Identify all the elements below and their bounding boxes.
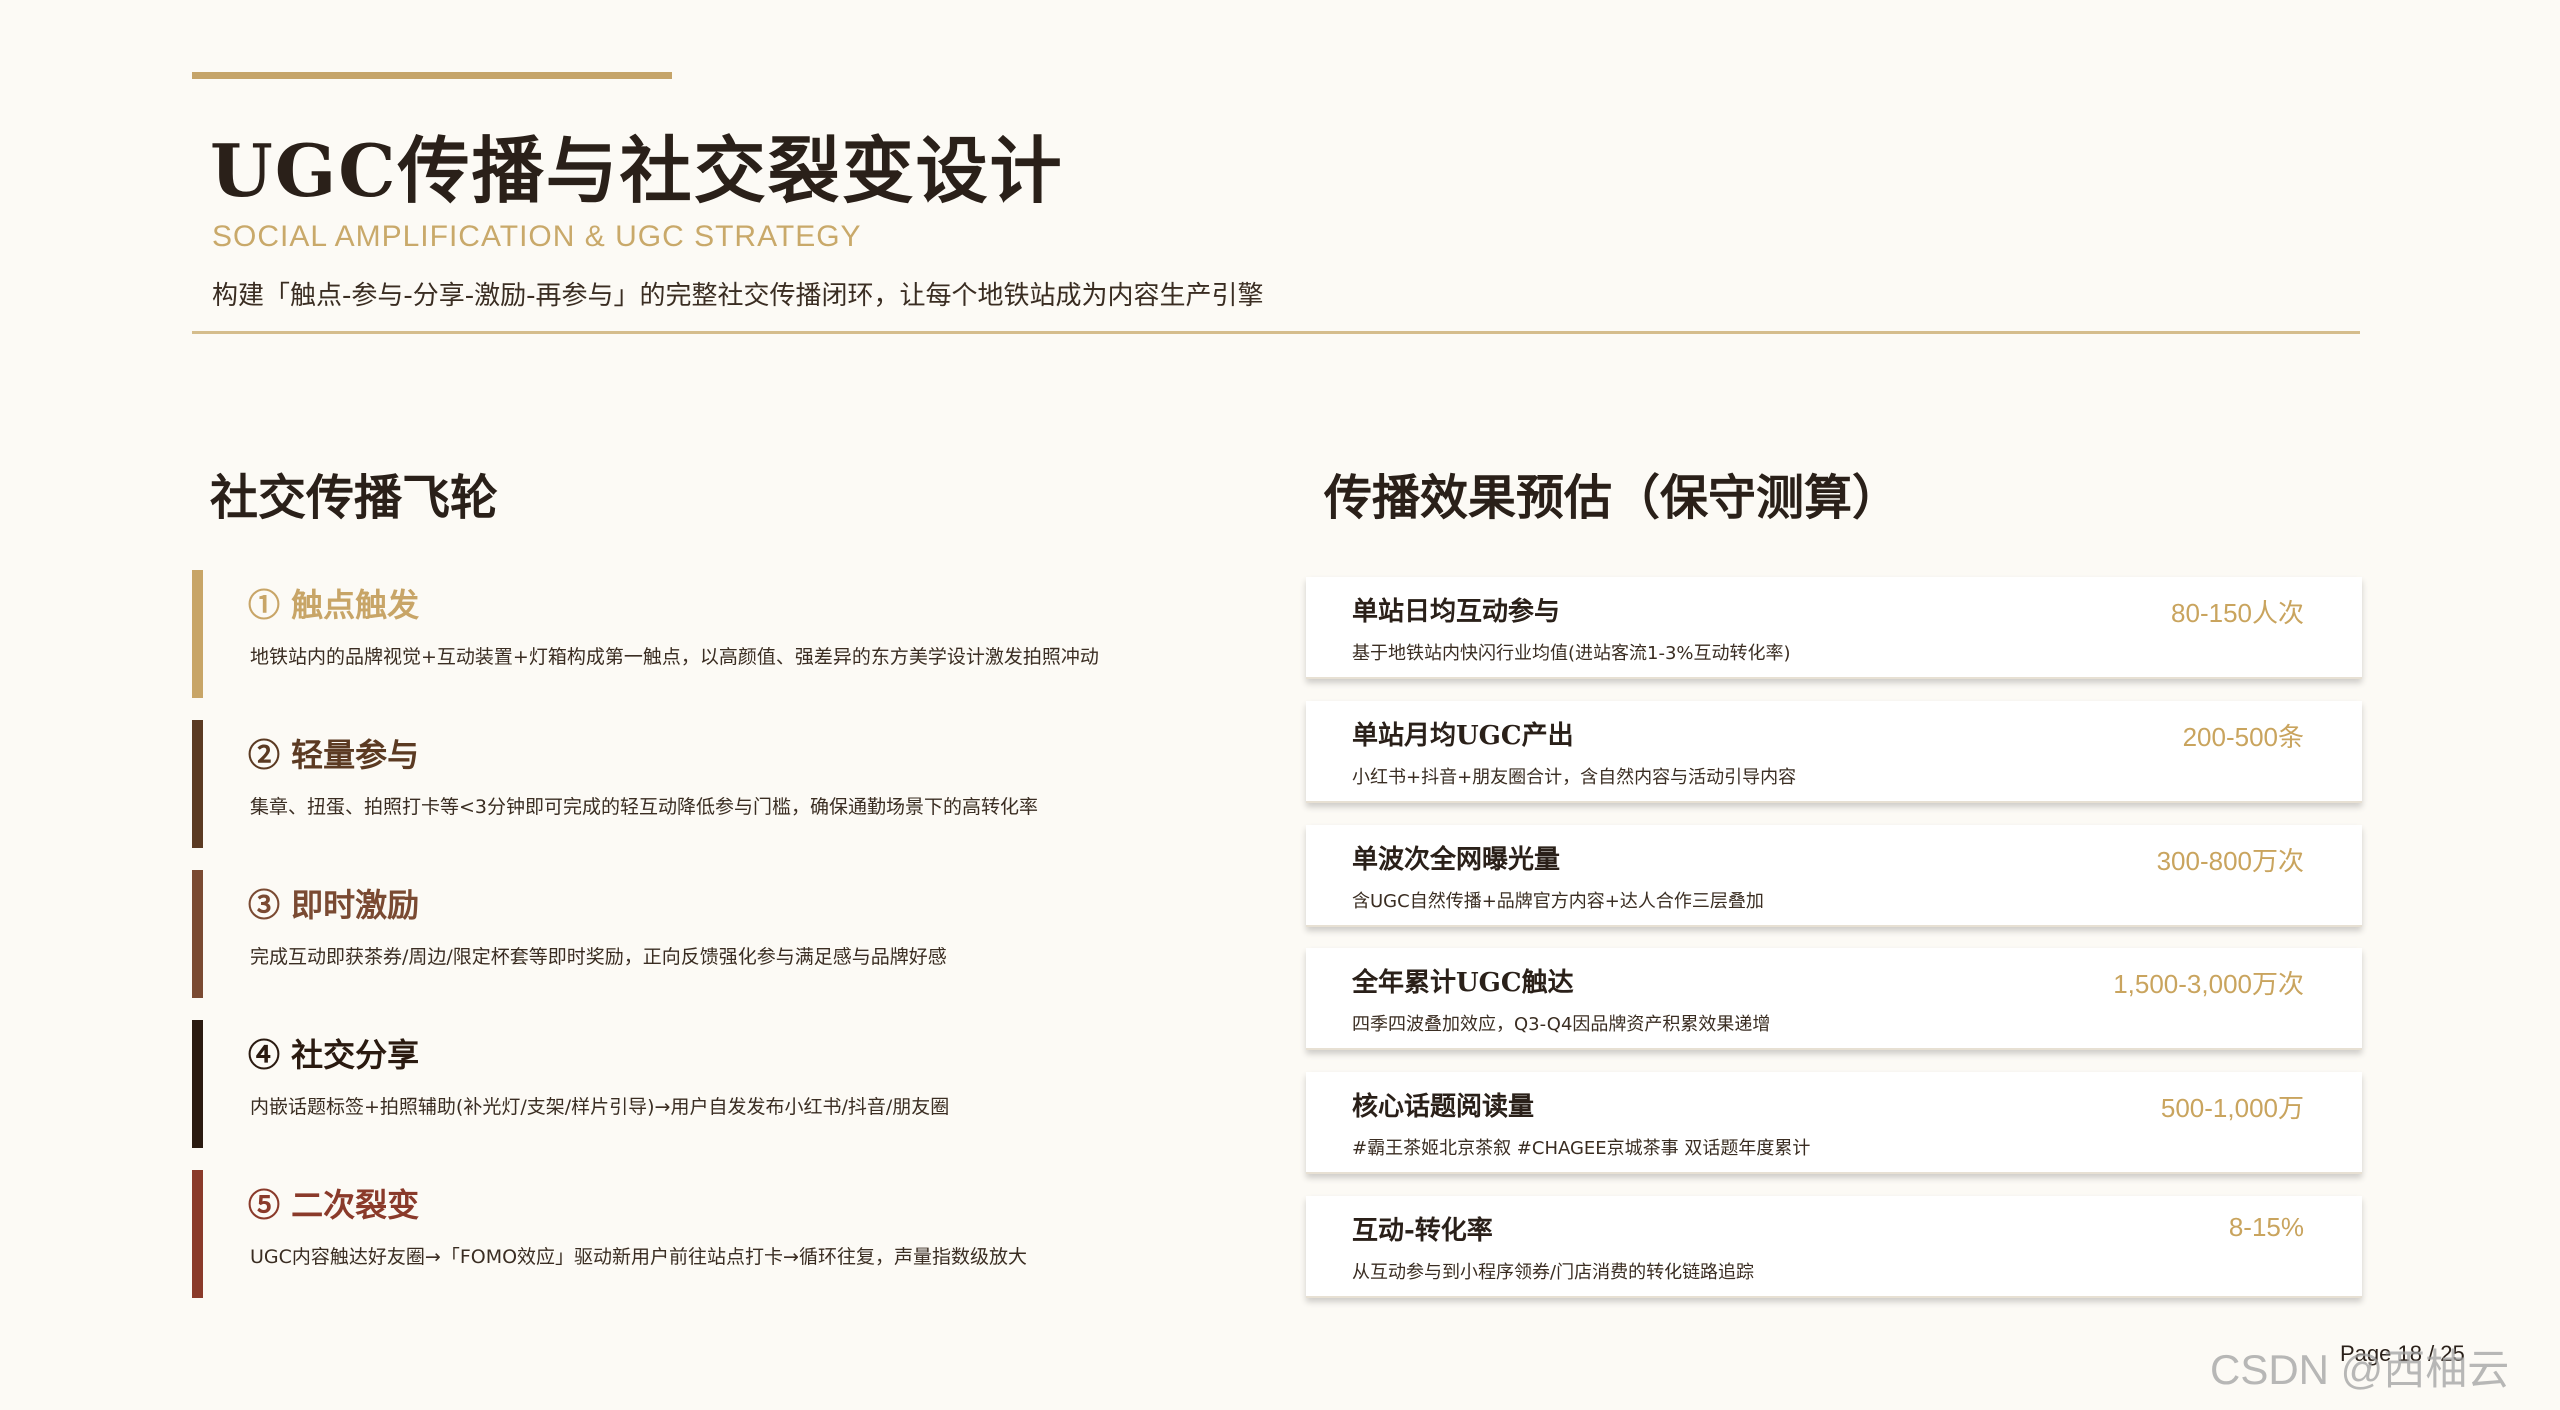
card-desc: 小红书+抖音+朋友圈合计，含自然内容与活动引导内容 [1352,767,1797,788]
card-title: 单站月均UGC产出 [1352,721,1574,751]
page-title: UGC传播与社交裂变设计 [210,128,1064,213]
step-color-bar [192,720,203,848]
flywheel-section-title: 社交传播飞轮 [210,470,499,526]
step-color-bar [192,570,203,698]
card-value: 200-500条 [2182,722,2304,752]
header-accent-bar [192,72,672,79]
step-desc: 地铁站内的品牌视觉+互动装置+灯箱构成第一触点，以高颜值、强差异的东方美学设计激… [250,646,1099,668]
page-subtitle-en: SOCIAL AMPLIFICATION & UGC STRATEGY [212,220,862,253]
watermark: CSDN @西柚云 [2210,1346,2510,1393]
card-value: 1,500-3,000万次 [2113,969,2304,999]
flywheel-step: ① 触点触发 地铁站内的品牌视觉+互动装置+灯箱构成第一触点，以高颜值、强差异的… [192,570,1252,698]
flywheel-step: ② 轻量参与 集章、扭蛋、拍照打卡等<3分钟即可完成的轻互动降低参与门槛，确保通… [192,720,1252,848]
step-color-bar [192,1020,203,1148]
step-title: ③ 即时激励 [248,886,420,924]
step-desc: 完成互动即获茶券/周边/限定杯套等即时奖励，正向反馈强化参与满足感与品牌好感 [250,946,947,968]
card-title: 全年累计UGC触达 [1352,968,1574,998]
flywheel-step: ④ 社交分享 内嵌话题标签+拍照辅助(补光灯/支架/样片引导)→用户自发发布小红… [192,1020,1252,1148]
estimate-card: 单站日均互动参与 基于地铁站内快闪行业均值(进站客流1-3%互动转化率) 80-… [1306,577,2362,679]
card-title: 核心话题阅读量 [1352,1092,1535,1122]
card-desc: 含UGC自然传播+品牌官方内容+达人合作三层叠加 [1352,891,1764,912]
estimate-card: 核心话题阅读量 #霸王茶姬北京茶叙 #CHAGEE京城茶事 双话题年度累计 50… [1306,1072,2362,1174]
page-subtitle-cn: 构建「触点-参与-分享-激励-再参与」的完整社交传播闭环，让每个地铁站成为内容生… [212,281,1264,311]
card-title: 单站日均互动参与 [1352,597,1561,627]
card-value: 500-1,000万 [2160,1093,2304,1123]
header-divider [192,331,2360,334]
card-title: 单波次全网曝光量 [1352,845,1561,875]
step-desc: 内嵌话题标签+拍照辅助(补光灯/支架/样片引导)→用户自发发布小红书/抖音/朋友… [250,1096,950,1118]
card-value: 80-150人次 [2171,598,2304,628]
card-desc: 从互动参与到小程序领券/门店消费的转化链路追踪 [1352,1262,1755,1283]
step-color-bar [192,1170,203,1298]
estimate-section-title: 传播效果预估（保守测算） [1324,470,1901,526]
flywheel-step: ③ 即时激励 完成互动即获茶券/周边/限定杯套等即时奖励，正向反馈强化参与满足感… [192,870,1252,998]
step-color-bar [192,870,203,998]
step-title: ② 轻量参与 [248,736,420,774]
step-title: ⑤ 二次裂变 [248,1186,420,1224]
card-value: 8-15% [2228,1212,2304,1242]
card-value: 300-800万次 [2156,846,2304,876]
card-desc: 四季四波叠加效应，Q3-Q4因品牌资产积累效果递增 [1352,1014,1771,1035]
step-title: ④ 社交分享 [248,1036,420,1074]
step-title: ① 触点触发 [248,586,420,624]
estimate-card: 互动-转化率 从互动参与到小程序领券/门店消费的转化链路追踪 8-15% [1306,1196,2362,1298]
estimate-card: 单站月均UGC产出 小红书+抖音+朋友圈合计，含自然内容与活动引导内容 200-… [1306,701,2362,803]
step-desc: 集章、扭蛋、拍照打卡等<3分钟即可完成的轻互动降低参与门槛，确保通勤场景下的高转… [250,796,1039,818]
estimate-card: 单波次全网曝光量 含UGC自然传播+品牌官方内容+达人合作三层叠加 300-80… [1306,825,2362,927]
card-desc: 基于地铁站内快闪行业均值(进站客流1-3%互动转化率) [1352,643,1791,664]
flywheel-step: ⑤ 二次裂变 UGC内容触达好友圈→「FOMO效应」驱动新用户前往站点打卡→循环… [192,1170,1252,1298]
card-title: 互动-转化率 [1352,1216,1493,1246]
estimate-card: 全年累计UGC触达 四季四波叠加效应，Q3-Q4因品牌资产积累效果递增 1,50… [1306,948,2362,1050]
step-desc: UGC内容触达好友圈→「FOMO效应」驱动新用户前往站点打卡→循环往复，声量指数… [250,1246,1027,1268]
card-desc: #霸王茶姬北京茶叙 #CHAGEE京城茶事 双话题年度累计 [1352,1138,1811,1159]
